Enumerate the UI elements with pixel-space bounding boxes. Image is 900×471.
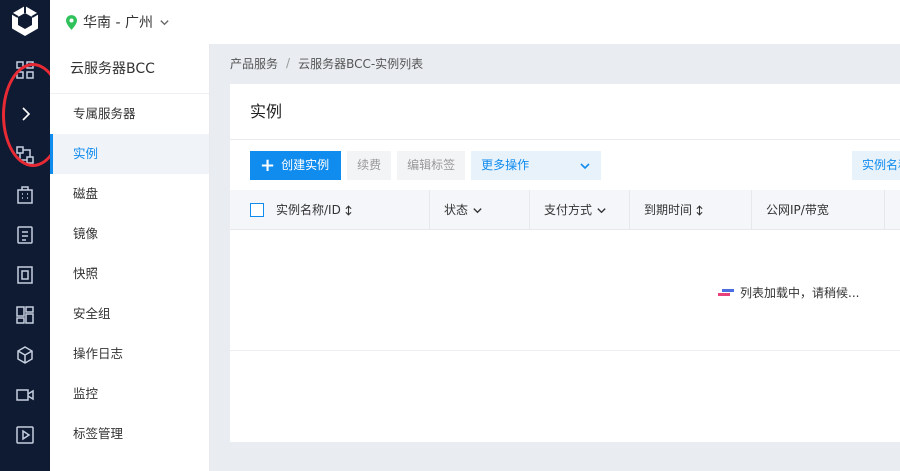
more-actions-dropdown[interactable]: 更多操作 (471, 151, 602, 180)
filter-chevron-icon (597, 207, 606, 213)
sidebar-item-instances[interactable]: 实例 (50, 134, 209, 174)
apps-icon[interactable] (15, 305, 35, 325)
global-nav-rail (0, 0, 50, 471)
column-public-ip: 公网IP/带宽 (751, 190, 884, 230)
breadcrumb-separator: / (286, 56, 291, 70)
select-all-checkbox[interactable] (250, 203, 264, 217)
product-sidebar: 云服务器BCC 专属服务器 实例 磁盘 镜像 快照 安全组 操作日志 监控 标签… (50, 44, 210, 471)
more-actions-label: 更多操作 (481, 158, 530, 172)
table-header: 实例名称/ID 状态 支付方式 到期时间 公网IP/带宽 (230, 190, 900, 230)
network-icon[interactable] (15, 145, 35, 165)
sidebar-item-snapshots[interactable]: 快照 (50, 254, 209, 294)
document-icon[interactable] (15, 225, 35, 245)
sort-icon (345, 204, 352, 216)
column-name-id[interactable]: 实例名称/ID (250, 190, 352, 230)
sidebar-item-dedicated-server[interactable]: 专属服务器 (50, 94, 209, 134)
server-icon[interactable] (15, 265, 35, 285)
cube-icon[interactable] (15, 345, 35, 365)
logo-icon[interactable] (9, 3, 41, 39)
region-label: 华南 - 广州 (83, 15, 153, 31)
edit-tags-button[interactable]: 编辑标签 (397, 151, 466, 180)
breadcrumb: 产品服务 / 云服务器BCC-实例列表 (230, 54, 423, 72)
column-label: 支付方式 (544, 203, 593, 217)
column-divider (884, 190, 900, 230)
breadcrumb-current: 云服务器BCC-实例列表 (298, 56, 424, 71)
filter-chevron-icon (473, 207, 482, 213)
column-payment[interactable]: 支付方式 (529, 190, 629, 230)
sidebar-item-security-groups[interactable]: 安全组 (50, 294, 209, 334)
sidebar-item-images[interactable]: 镜像 (50, 214, 209, 254)
column-label: 实例名称/ID (276, 203, 341, 217)
column-status[interactable]: 状态 (429, 190, 529, 230)
table-body-divider (230, 350, 900, 351)
sort-icon (696, 204, 703, 216)
column-expiry[interactable]: 到期时间 (629, 190, 751, 230)
expand-sidebar-button[interactable] (0, 88, 50, 140)
sidebar-item-monitoring[interactable]: 监控 (50, 374, 209, 414)
loading-text: 列表加载中，请稍候... (740, 286, 860, 300)
loading-indicator: 列表加载中，请稍候... (718, 284, 859, 301)
sidebar-item-operation-logs[interactable]: 操作日志 (50, 334, 209, 374)
play-icon[interactable] (15, 425, 35, 445)
sidebar-item-tag-management[interactable]: 标签管理 (50, 414, 209, 454)
toolbar: + 创建实例 续费 编辑标签 更多操作 (250, 151, 602, 180)
column-label: 状态 (444, 203, 469, 217)
chevron-down-icon (580, 162, 590, 169)
sidebar-title: 云服务器BCC (50, 44, 209, 94)
column-label: 到期时间 (644, 203, 693, 217)
top-bar: 华南 - 广州 (50, 0, 900, 44)
instance-list-card: 实例 + 创建实例 续费 编辑标签 更多操作 实例名称 实例名称/ID 状态 支… (230, 84, 900, 442)
sidebar-item-disks[interactable]: 磁盘 (50, 174, 209, 214)
dashboard-grid-icon[interactable] (15, 60, 35, 80)
breadcrumb-root[interactable]: 产品服务 (230, 55, 278, 72)
building-icon[interactable] (15, 185, 35, 205)
video-camera-icon[interactable] (15, 385, 35, 405)
region-selector[interactable]: 华南 - 广州 (66, 12, 170, 32)
loading-spinner-icon (718, 288, 734, 298)
create-instance-button[interactable]: + 创建实例 (250, 151, 342, 180)
page-title: 实例 (230, 84, 900, 140)
create-instance-label: 创建实例 (281, 158, 330, 172)
search-field-selector[interactable]: 实例名称 (852, 151, 900, 180)
location-pin-icon (66, 14, 77, 30)
column-label: 公网IP/带宽 (766, 203, 829, 217)
renew-button[interactable]: 续费 (347, 151, 392, 180)
plus-icon: + (260, 154, 276, 176)
chevron-down-icon (160, 19, 169, 25)
